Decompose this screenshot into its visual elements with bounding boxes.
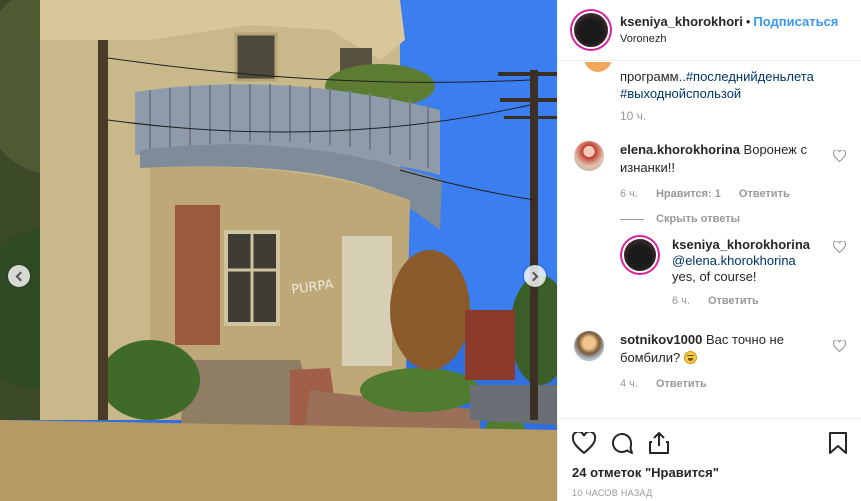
like-comment-heart-icon[interactable]	[833, 150, 846, 162]
commenter-username[interactable]: sotnikov1000	[620, 332, 702, 347]
chevron-right-icon	[528, 271, 539, 281]
comment-likes-count[interactable]: Нравится: 1	[656, 185, 721, 203]
caption-text: программ..	[620, 69, 686, 84]
next-photo-button[interactable]	[524, 265, 546, 287]
reply-body: kseniya_khorokhorina @elena.khorokhorina…	[672, 237, 846, 285]
author-avatar[interactable]	[574, 13, 608, 47]
post-location[interactable]: Voronezh	[620, 31, 838, 47]
caption-hashtag-line: #выходнойспользой	[620, 85, 846, 102]
commenter-avatar[interactable]	[574, 141, 604, 171]
follow-button[interactable]: Подписаться	[753, 14, 838, 29]
bookmark-icon[interactable]	[828, 431, 848, 455]
reply-button[interactable]: Ответить	[708, 293, 759, 309]
like-comment-heart-icon[interactable]	[833, 340, 846, 352]
comment-icon[interactable]	[610, 431, 634, 455]
hashtag-link[interactable]: #выходнойспользой	[620, 86, 741, 101]
like-reply-heart-icon[interactable]	[833, 241, 846, 253]
reply-meta: 6 ч. Ответить	[672, 293, 846, 309]
hashtag-link[interactable]: #последнийденьлета	[686, 69, 814, 84]
comment-time[interactable]: 6 ч.	[620, 185, 638, 203]
comment-meta: 4 ч. Ответить	[620, 375, 846, 393]
author-username[interactable]: kseniya_khorokhori	[620, 14, 743, 29]
reply-time[interactable]: 6 ч.	[672, 293, 690, 309]
caption-avatar-peek	[584, 62, 612, 72]
comment-body: elena.khorokhorina Воронеж с изнанки!!	[620, 141, 846, 177]
previous-photo-button[interactable]	[8, 265, 30, 287]
post-side-panel: kseniya_khorokhori • Подписаться Voronezh …	[557, 0, 861, 501]
replies-divider	[620, 218, 644, 220]
author-info: kseniya_khorokhori • Подписаться Voronezh	[620, 14, 838, 47]
grimacing-face-icon	[683, 351, 697, 364]
post-timestamp[interactable]: 10 ЧАСОВ НАЗАД	[572, 488, 848, 498]
hide-replies-button[interactable]: Скрыть ответы	[620, 213, 846, 225]
comment-meta: 6 ч. Нравится: 1 Ответить	[620, 185, 846, 203]
caption-text-line: программ..#последнийденьлета	[620, 68, 846, 85]
comment-body: sotnikov1000 Вас точно не бомбили?	[620, 331, 846, 367]
action-icons	[572, 429, 848, 457]
reply-item: kseniya_khorokhorina @elena.khorokhorina…	[620, 237, 846, 309]
comments-list[interactable]: программ..#последнийденьлета #выходнойсп…	[558, 62, 861, 418]
likes-count[interactable]: 24 отметок "Нравится"	[572, 465, 848, 480]
mention-link[interactable]: @elena.khorokhorina	[672, 253, 796, 268]
commenter-avatar[interactable]	[574, 331, 604, 361]
heart-icon[interactable]	[572, 432, 596, 454]
post-actions: 24 отметок "Нравится" 10 ЧАСОВ НАЗАД	[558, 418, 861, 498]
comment-item: elena.khorokhorina Воронеж с изнанки!! 6…	[572, 141, 846, 203]
replier-avatar[interactable]	[624, 239, 656, 271]
chevron-left-icon	[15, 271, 26, 281]
reply-text: yes, of course!	[672, 269, 757, 284]
comment-item: sotnikov1000 Вас точно не бомбили? 4 ч. …	[572, 331, 846, 393]
header-separator: •	[745, 13, 751, 29]
comment-time[interactable]: 4 ч.	[620, 375, 638, 393]
post-header: kseniya_khorokhori • Подписаться Voronezh	[558, 0, 861, 61]
hide-replies-label: Скрыть ответы	[656, 213, 740, 225]
reply-button[interactable]: Ответить	[739, 185, 790, 203]
caption-time[interactable]: 10 ч.	[620, 108, 846, 125]
photo-scene: PURPA	[0, 0, 557, 501]
post-photo[interactable]: PURPA	[0, 0, 557, 501]
share-icon[interactable]	[648, 431, 670, 455]
reply-button[interactable]: Ответить	[656, 375, 707, 393]
replier-username[interactable]: kseniya_khorokhorina	[672, 237, 810, 252]
commenter-username[interactable]: elena.khorokhorina	[620, 142, 740, 157]
caption: программ..#последнийденьлета #выходнойсп…	[572, 62, 846, 125]
